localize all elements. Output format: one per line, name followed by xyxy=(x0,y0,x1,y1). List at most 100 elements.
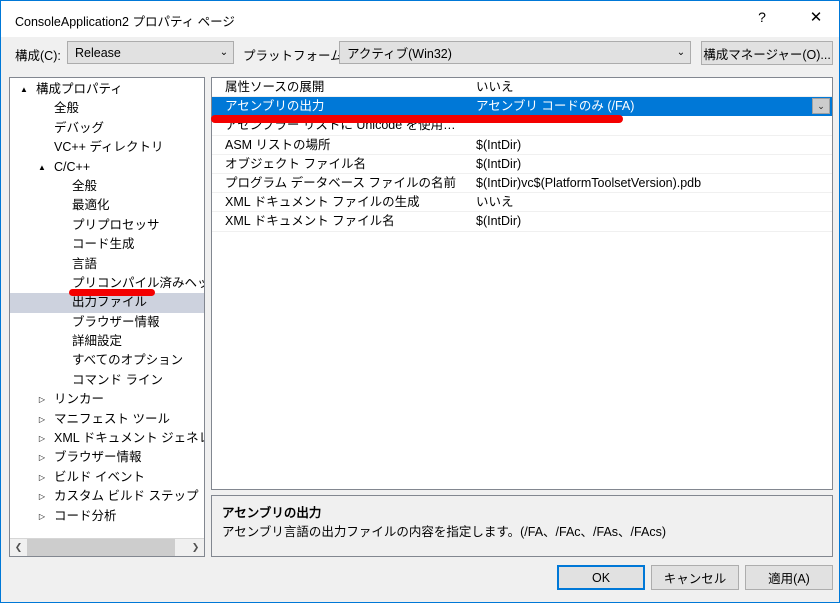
configuration-combobox[interactable]: Release ⌄ xyxy=(67,41,234,64)
chevron-collapsed-icon[interactable]: ▷ xyxy=(36,410,48,429)
property-value[interactable] xyxy=(468,116,832,134)
property-value[interactable]: $(IntDir)vc$(PlatformToolsetVersion).pdb xyxy=(468,174,832,192)
scrollbar-thumb[interactable] xyxy=(27,539,175,556)
chevron-expanded-icon[interactable]: ▲ xyxy=(36,158,48,177)
property-pages-dialog: ConsoleApplication2 プロパティ ページ ? ✕ 構成(C):… xyxy=(0,0,840,603)
tree-item-label: 言語 xyxy=(72,256,98,271)
tree-item[interactable]: すべてのオプション xyxy=(10,351,204,370)
property-name: プログラム データベース ファイルの名前 xyxy=(225,175,456,190)
description-title: アセンブリの出力 xyxy=(222,506,322,520)
tree-item[interactable]: ▷ カスタム ビルド ステップ xyxy=(10,487,204,506)
ok-button[interactable]: OK xyxy=(557,565,645,590)
property-row[interactable]: アセンブラー リストに Unicode を使用する xyxy=(212,116,832,136)
tree-item-label: ビルド イベント xyxy=(54,469,145,484)
tree-item[interactable]: デバッグ xyxy=(10,119,204,138)
property-value[interactable]: アセンブリ コードのみ (/FA) xyxy=(468,97,832,115)
property-row[interactable]: XML ドキュメント ファイルの生成 いいえ xyxy=(212,193,832,213)
tree-item-label: 全般 xyxy=(72,178,98,193)
property-value[interactable]: いいえ xyxy=(468,193,832,211)
tree-item[interactable]: ▷ ビルド イベント xyxy=(10,468,204,487)
property-name: アセンブラー リストに Unicode を使用する xyxy=(225,118,468,133)
tree-item-label: プリコンパイル済みヘッダー xyxy=(72,275,204,290)
chevron-collapsed-icon[interactable]: ▷ xyxy=(36,390,48,409)
tree-item[interactable]: ▷ XML ドキュメント ジェネレーター xyxy=(10,429,204,448)
tree-item[interactable]: ▷ コード分析 xyxy=(10,507,204,526)
cancel-button[interactable]: キャンセル xyxy=(651,565,739,590)
chevron-collapsed-icon[interactable]: ▷ xyxy=(36,487,48,506)
tree-item-label: C/C++ xyxy=(54,159,91,174)
property-row[interactable]: プログラム データベース ファイルの名前 $(IntDir)vc$(Platfor… xyxy=(212,174,832,194)
property-tree[interactable]: ▲ 構成プロパティ 全般 デバッグ VC++ ディレクトリ ▲ C/C++ 全般 最適化 プリプロ… xyxy=(10,80,204,526)
tree-item-label: XML ドキュメント ジェネレーター xyxy=(54,431,204,446)
tree-item[interactable]: 全般 xyxy=(10,99,204,118)
property-row[interactable]: XML ドキュメント ファイル名 $(IntDir) xyxy=(212,212,832,232)
apply-button[interactable]: 適用(A) xyxy=(745,565,833,590)
tree-item[interactable]: ▷ マニフェスト ツール xyxy=(10,410,204,429)
property-row[interactable]: アセンブリの出力 アセンブリ コードのみ (/FA) ⌄ xyxy=(212,97,832,117)
platform-combobox[interactable]: アクティブ(Win32) ⌄ xyxy=(339,41,691,64)
tree-item-label: リンカー xyxy=(54,392,105,407)
tree-item-label: デバッグ xyxy=(54,120,105,135)
tree-item[interactable]: コード生成 xyxy=(10,235,204,254)
property-name: XML ドキュメント ファイル名 xyxy=(225,214,395,229)
tree-horizontal-scrollbar[interactable]: ❮ ❯ xyxy=(10,538,204,556)
property-grid-panel: 属性ソースの展開 いいえ アセンブリの出力 アセンブリ コードのみ (/FA) ⌄ アセン… xyxy=(211,77,833,490)
tree-item-label: コード分析 xyxy=(54,508,117,523)
tree-item-label: カスタム ビルド ステップ xyxy=(54,489,199,504)
tree-item-label: VC++ ディレクトリ xyxy=(54,140,164,155)
tree-item-label: ブラウザー情報 xyxy=(54,450,142,465)
tree-item[interactable]: VC++ ディレクトリ xyxy=(10,138,204,157)
window-title: ConsoleApplication2 プロパティ ページ xyxy=(15,15,235,29)
tree-item[interactable]: ブラウザー情報 xyxy=(10,313,204,332)
tree-item[interactable]: 出力ファイル xyxy=(10,293,204,313)
tree-item[interactable]: プリコンパイル済みヘッダー xyxy=(10,274,204,293)
tree-item-label: 出力ファイル xyxy=(72,295,148,310)
property-row[interactable]: ASM リストの場所 $(IntDir) xyxy=(212,136,832,155)
property-name: ASM リストの場所 xyxy=(225,137,331,152)
property-value[interactable]: $(IntDir) xyxy=(468,155,832,173)
tree-item[interactable]: 全般 xyxy=(10,177,204,196)
tree-item[interactable]: ▷ リンカー xyxy=(10,390,204,409)
tree-item-label: プリプロセッサ xyxy=(72,217,160,232)
configuration-bar: 構成(C): Release ⌄ プラットフォーム(P): アクティブ(Win3… xyxy=(1,37,839,71)
property-row[interactable]: 属性ソースの展開 いいえ xyxy=(212,78,832,98)
tree-item[interactable]: 言語 xyxy=(10,255,204,274)
chevron-collapsed-icon[interactable]: ▷ xyxy=(36,507,48,526)
property-row[interactable]: オブジェクト ファイル名 $(IntDir) xyxy=(212,155,832,174)
tree-item[interactable]: 詳細設定 xyxy=(10,332,204,351)
configuration-label: 構成(C): xyxy=(15,49,61,63)
chevron-expanded-icon[interactable]: ▲ xyxy=(18,80,30,99)
chevron-collapsed-icon[interactable]: ▷ xyxy=(36,448,48,467)
configuration-manager-button[interactable]: 構成マネージャー(O)... xyxy=(701,41,833,65)
tree-item-label: 構成プロパティ xyxy=(36,82,123,96)
property-grid[interactable]: 属性ソースの展開 いいえ アセンブリの出力 アセンブリ コードのみ (/FA) ⌄ アセン… xyxy=(212,78,832,232)
tree-item-label: コマンド ライン xyxy=(72,372,163,387)
tree-item-label: ブラウザー情報 xyxy=(72,314,160,329)
description-body: アセンブリ言語の出力ファイルの内容を指定します。(/FA、/FAc、/FAs、/… xyxy=(222,525,666,539)
chevron-collapsed-icon[interactable]: ▷ xyxy=(36,468,48,487)
close-icon[interactable]: ✕ xyxy=(793,1,839,32)
property-value[interactable]: $(IntDir) xyxy=(468,136,832,154)
tree-item-label: コード生成 xyxy=(72,237,135,252)
chevron-down-icon: ⌄ xyxy=(219,47,229,58)
tree-item[interactable]: 最適化 xyxy=(10,196,204,215)
tree-item-label: 全般 xyxy=(54,101,80,116)
property-name: XML ドキュメント ファイルの生成 xyxy=(225,195,420,210)
tree-item[interactable]: ▲ C/C++ xyxy=(10,158,204,177)
property-name: オブジェクト ファイル名 xyxy=(225,156,366,171)
property-tree-panel: ▲ 構成プロパティ 全般 デバッグ VC++ ディレクトリ ▲ C/C++ 全般 最適化 プリプロ… xyxy=(9,77,205,557)
tree-item-label: 詳細設定 xyxy=(72,334,123,349)
tree-item-label: 最適化 xyxy=(72,198,110,213)
tree-item[interactable]: ▲ 構成プロパティ xyxy=(10,80,204,99)
chevron-collapsed-icon[interactable]: ▷ xyxy=(36,429,48,448)
help-icon[interactable]: ? xyxy=(739,1,785,32)
title-bar: ConsoleApplication2 プロパティ ページ ? ✕ xyxy=(1,1,839,37)
tree-item[interactable]: コマンド ライン xyxy=(10,371,204,390)
scroll-right-icon[interactable]: ❯ xyxy=(187,539,204,556)
scroll-left-icon[interactable]: ❮ xyxy=(10,539,27,556)
property-value[interactable]: いいえ xyxy=(468,78,832,96)
property-value[interactable]: $(IntDir) xyxy=(468,212,832,230)
tree-item[interactable]: ▷ ブラウザー情報 xyxy=(10,448,204,467)
chevron-down-icon[interactable]: ⌄ xyxy=(812,98,830,115)
tree-item[interactable]: プリプロセッサ xyxy=(10,216,204,235)
